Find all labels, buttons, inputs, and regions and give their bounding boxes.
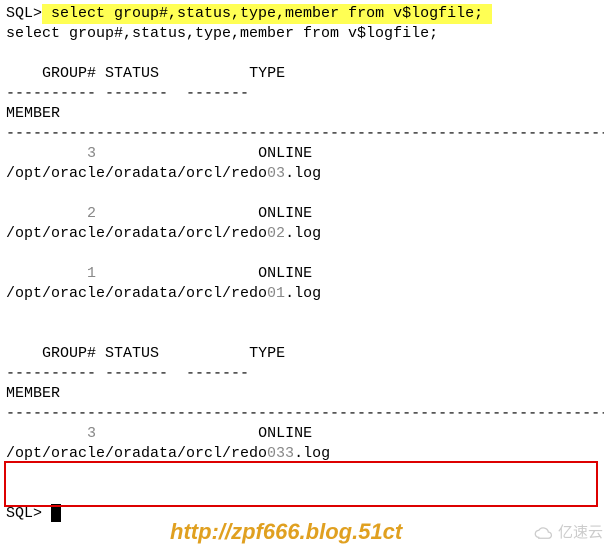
sql-prompt-line[interactable]: SQL> select group#,status,type,member fr… [6,4,598,24]
row-2-data: 2 ONLINE [6,204,598,224]
dash-full-1: ----------------------------------------… [6,124,598,144]
sql-prompt: SQL> [6,5,42,22]
row-1-data: 3 ONLINE [6,144,598,164]
cloud-icon [533,526,555,540]
blank [6,244,598,264]
echoed-command: select group#,status,type,member from v$… [6,24,598,44]
row-4-data: 3 ONLINE [6,424,598,444]
watermark-logo: 亿速云 [533,523,603,543]
blank [6,304,598,324]
header-row-1: GROUP# STATUS TYPE [6,64,598,84]
header-member-1: MEMBER [6,104,598,124]
dash-full-2: ----------------------------------------… [6,404,598,424]
blank [6,184,598,204]
header-dashes-1: ---------- ------- ------- [6,84,598,104]
row-3-member: /opt/oracle/oradata/orcl/redo01.log [6,284,598,304]
red-highlight-box [4,461,598,507]
blank [6,324,598,344]
highlighted-command: select group#,status,type,member from v$… [42,4,492,24]
header-row-2: GROUP# STATUS TYPE [6,344,598,364]
row-3-data: 1 ONLINE [6,264,598,284]
row-1-member: /opt/oracle/oradata/orcl/redo03.log [6,164,598,184]
watermark-url: http://zpf666.blog.51ct [170,522,402,542]
row-2-member: /opt/oracle/oradata/orcl/redo02.log [6,224,598,244]
header-dashes-2: ---------- ------- ------- [6,364,598,384]
blank [6,44,598,64]
header-member-2: MEMBER [6,384,598,404]
